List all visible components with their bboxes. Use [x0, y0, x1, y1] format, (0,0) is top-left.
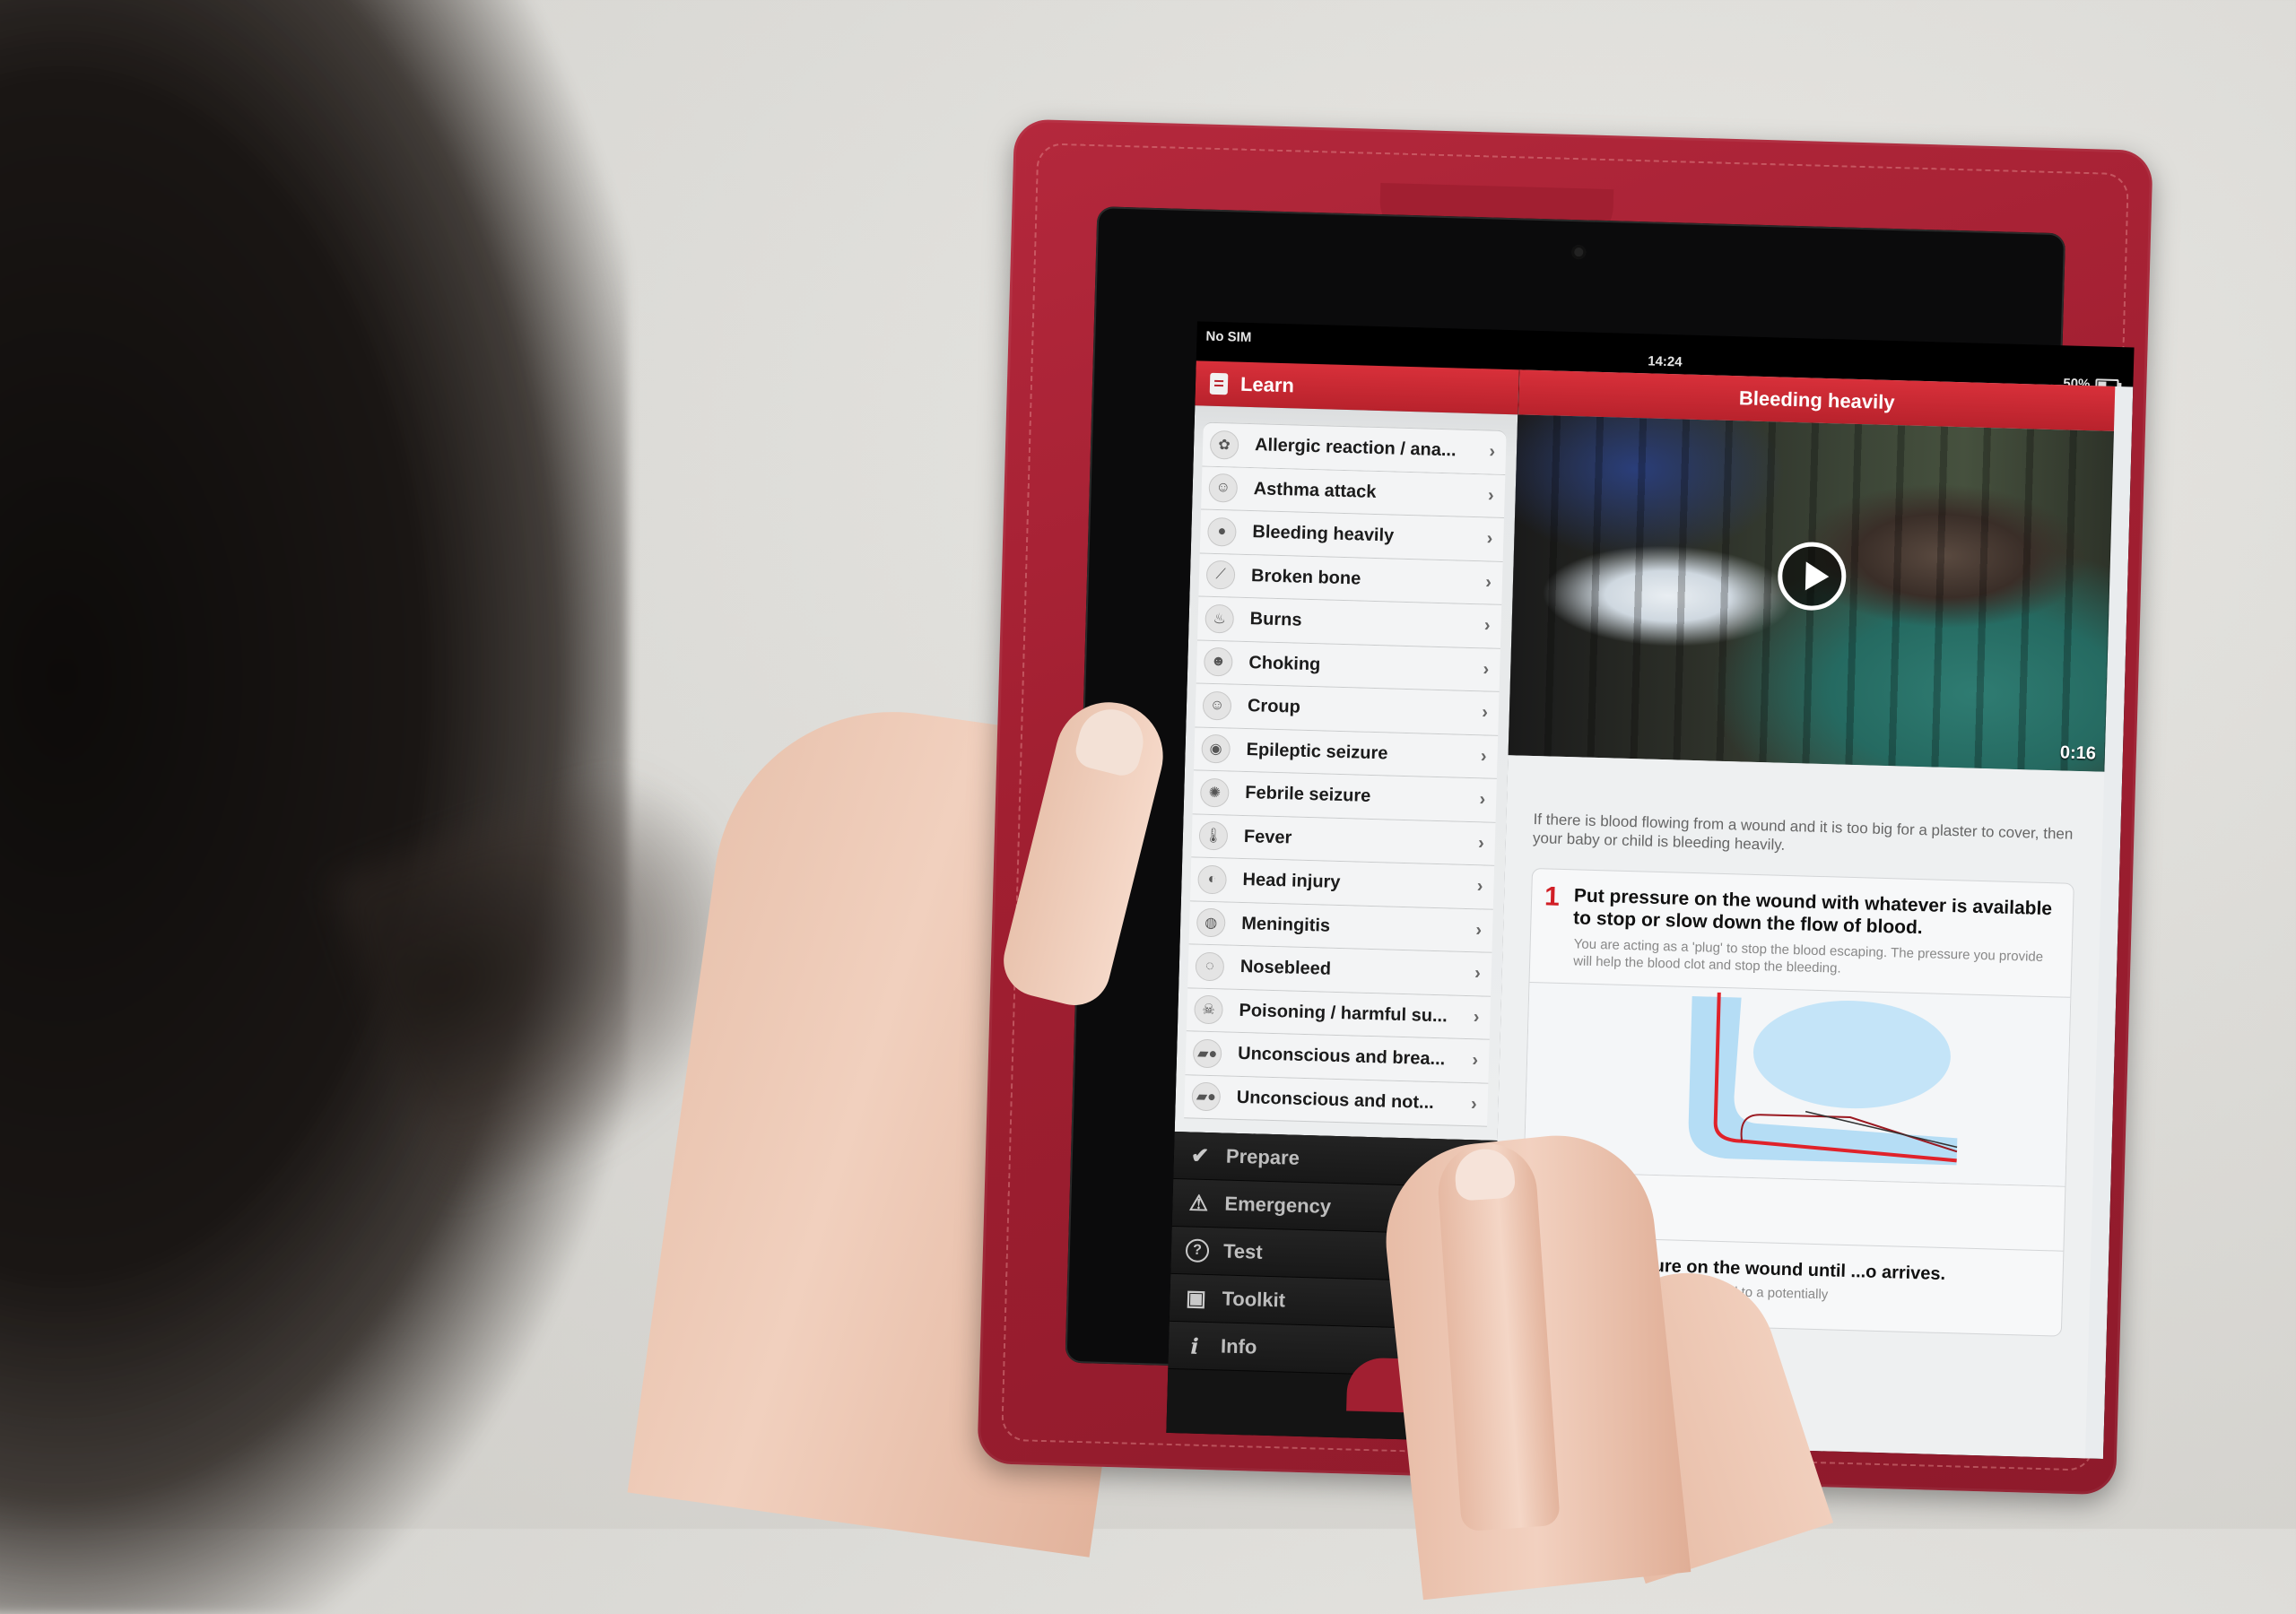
nosebleed-icon: ◌	[1195, 951, 1225, 982]
topic-label: Choking	[1248, 652, 1321, 675]
book-icon[interactable]	[1209, 372, 1229, 395]
chevron-right-icon: ›	[1470, 1093, 1478, 1115]
head-injury-icon: ◐	[1197, 864, 1228, 895]
unconscious-breathing-icon: ▰●	[1192, 1038, 1222, 1069]
topic-label: Unconscious and not...	[1236, 1087, 1435, 1113]
info-icon: i	[1190, 1332, 1200, 1359]
asthma-icon: ☺	[1208, 473, 1239, 503]
chevron-right-icon: ›	[1474, 963, 1482, 984]
question-icon: ?	[1185, 1238, 1210, 1263]
chevron-right-icon: ›	[1483, 659, 1490, 680]
choking-icon: ☻	[1203, 646, 1233, 677]
tab-label: Prepare	[1225, 1144, 1300, 1169]
video-player[interactable]: 0:16	[1508, 414, 2114, 772]
topic-label: Poisoning / harmful su...	[1239, 1000, 1448, 1027]
flame-icon: ♨	[1205, 603, 1235, 634]
topic-label: Epileptic seizure	[1246, 739, 1388, 764]
chevron-right-icon: ›	[1475, 920, 1483, 941]
video-duration: 0:16	[2059, 742, 2097, 764]
intro-text: If there is blood flowing from a wound a…	[1532, 811, 2074, 855]
toolbox-icon: ▣	[1185, 1285, 1207, 1311]
chevron-right-icon: ›	[1489, 441, 1496, 462]
chevron-right-icon: ›	[1487, 485, 1494, 506]
topic-label: Head injury	[1242, 870, 1341, 893]
allergy-icon: ✿	[1209, 430, 1239, 460]
skull-icon: ☠	[1194, 994, 1223, 1025]
tab-label: Toolkit	[1222, 1287, 1286, 1312]
thermometer-icon: 🌡	[1198, 820, 1229, 851]
topic-label: Bleeding heavily	[1252, 522, 1395, 546]
checkmark-icon: ✔	[1190, 1143, 1210, 1168]
topic-label: Broken bone	[1250, 565, 1361, 589]
learn-title: Learn	[1239, 372, 1295, 397]
topic-label: Asthma attack	[1253, 478, 1377, 502]
chevron-right-icon: ›	[1480, 746, 1487, 767]
febrile-seizure-icon: ✺	[1199, 777, 1230, 808]
detail-title: Bleeding heavily	[1738, 386, 1895, 414]
fingernail	[1453, 1147, 1517, 1202]
tab-label: Info	[1220, 1334, 1257, 1358]
warning-icon: ⚠	[1188, 1190, 1209, 1216]
tab-label: Test	[1222, 1239, 1263, 1263]
chevron-right-icon: ›	[1484, 572, 1492, 593]
unconscious-not-breathing-icon: ▰●	[1191, 1081, 1222, 1112]
chevron-right-icon: ›	[1486, 528, 1493, 549]
brain-icon: ◍	[1196, 907, 1226, 938]
topic-unconscious-not-breathing[interactable]: ▰● Unconscious and not... ›	[1184, 1074, 1489, 1127]
topic-label: Croup	[1247, 696, 1301, 717]
carrier-label: No SIM	[1205, 328, 1252, 346]
chevron-right-icon: ›	[1479, 789, 1486, 810]
topic-label: Febrile seizure	[1244, 783, 1371, 807]
chevron-right-icon: ›	[1483, 615, 1491, 636]
topic-list: ✿ Allergic reaction / ana... › ☺ Asthma …	[1174, 405, 1518, 1141]
chevron-right-icon: ›	[1473, 1006, 1480, 1028]
topic-label: Fever	[1243, 826, 1292, 848]
topic-label: Meningitis	[1240, 913, 1331, 936]
topic-label: Nosebleed	[1239, 957, 1332, 980]
croup-icon: ☺	[1202, 690, 1232, 721]
chevron-right-icon: ›	[1481, 702, 1489, 723]
head-seizure-icon: ◉	[1201, 733, 1231, 764]
chevron-right-icon: ›	[1476, 876, 1483, 897]
topic-label: Unconscious and brea...	[1237, 1044, 1446, 1070]
bone-icon: ⟋	[1205, 560, 1236, 590]
tab-label: Emergency	[1224, 1192, 1332, 1218]
camera-icon	[1571, 244, 1587, 260]
chevron-right-icon: ›	[1477, 833, 1485, 854]
step-number: 1	[1544, 881, 1561, 912]
topic-label: Allergic reaction / ana...	[1254, 435, 1457, 461]
thumbnail-nail	[1072, 702, 1151, 779]
chevron-right-icon: ›	[1472, 1050, 1479, 1071]
blood-drop-icon: ●	[1206, 516, 1237, 547]
step-title: Put pressure on the wound with whatever …	[1572, 884, 2053, 939]
clock: 14:24	[1647, 353, 1683, 370]
topic-label: Burns	[1249, 609, 1302, 630]
